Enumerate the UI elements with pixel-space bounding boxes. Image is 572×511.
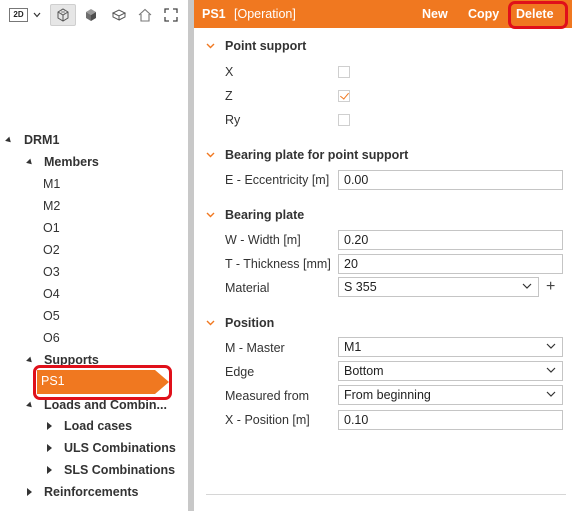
tree-item-member[interactable]: O3 [0, 261, 60, 283]
home-button[interactable] [134, 4, 156, 26]
material-label: Material [225, 281, 270, 295]
expanded-arrow-icon [26, 356, 34, 365]
eccentricity-label: E - Eccentricity [m] [225, 173, 330, 187]
tree-node-uls-combinations[interactable]: ULS Combinations [0, 437, 176, 459]
wireframe-view-icon [57, 8, 69, 22]
tree-item-member[interactable]: M2 [0, 195, 60, 217]
tree-node-supports[interactable]: Supports [0, 349, 99, 371]
chevron-down-icon [206, 320, 215, 326]
chevron-down-icon [522, 283, 532, 289]
fit-view-icon [164, 8, 178, 22]
properties-panel: PS1 [Operation] New Copy Delete Point su… [194, 0, 572, 511]
edge-select[interactable]: Bottom [338, 361, 563, 381]
z-label: Z [225, 89, 233, 103]
view-toolbar: 2D [0, 0, 188, 30]
tree-item-member[interactable]: O2 [0, 239, 60, 261]
home-icon [138, 8, 152, 22]
thickness-label: T - Thickness [mm] [225, 257, 331, 271]
z-checkbox[interactable] [338, 90, 350, 102]
new-button[interactable]: New [422, 7, 448, 21]
tree-item-member[interactable]: O4 [0, 283, 60, 305]
panel-subtitle: [Operation] [234, 7, 296, 21]
section-position[interactable]: Position [206, 314, 274, 332]
tree-item-ps1-selected[interactable]: PS1 [37, 370, 169, 394]
collapsed-arrow-icon [47, 466, 52, 474]
add-material-icon[interactable]: + [546, 278, 555, 296]
measured-from-label: Measured from [225, 389, 310, 403]
tree-node-loads-and-combinations[interactable]: Loads and Combin... [0, 394, 167, 416]
tree-node-sls-combinations[interactable]: SLS Combinations [0, 459, 175, 481]
tree-node-members[interactable]: Members [0, 151, 99, 173]
material-select[interactable]: S 355 [338, 277, 539, 297]
ry-checkbox[interactable] [338, 114, 350, 126]
view-mode-label: 2D [9, 8, 28, 22]
x-label: X [225, 65, 234, 79]
section-point-support[interactable]: Point support [206, 37, 306, 55]
thickness-field[interactable]: 20 [338, 254, 563, 274]
chevron-down-icon [33, 12, 41, 18]
navigator-panel: 2D DRM1 Members M1 M2 O1 O2 O3 O4 O5 O6 … [0, 0, 188, 511]
master-select[interactable]: M1 [338, 337, 563, 357]
chevron-down-icon [206, 43, 215, 49]
tree-item-member[interactable]: O5 [0, 305, 60, 327]
expanded-arrow-icon [26, 401, 34, 410]
master-label: M - Master [225, 341, 285, 355]
tree-node-load-cases[interactable]: Load cases [0, 415, 132, 437]
wireframe-view-button[interactable] [50, 4, 76, 26]
edge-label: Edge [225, 365, 255, 379]
properties-header: PS1 [Operation] New Copy Delete [194, 0, 572, 28]
tree-item-member[interactable]: M1 [0, 173, 60, 195]
expanded-arrow-icon [5, 136, 13, 145]
panel-title: PS1 [202, 7, 226, 21]
fit-view-button[interactable] [160, 4, 182, 26]
chevron-down-icon [206, 212, 215, 218]
tree-node-reinforcements[interactable]: Reinforcements [0, 481, 138, 503]
divider [206, 494, 566, 495]
tree-item-member[interactable]: O1 [0, 217, 60, 239]
section-bearing-plate-point-support[interactable]: Bearing plate for point support [206, 146, 408, 164]
view-mode-dropdown[interactable]: 2D [6, 4, 44, 26]
collapsed-arrow-icon [47, 444, 52, 452]
section-bearing-plate[interactable]: Bearing plate [206, 206, 304, 224]
tree-item-member[interactable]: O6 [0, 327, 60, 349]
ry-label: Ry [225, 113, 241, 127]
expanded-arrow-icon [26, 158, 34, 167]
chevron-down-icon [206, 152, 215, 158]
solid-view-button[interactable] [80, 4, 102, 26]
chevron-down-icon [546, 391, 556, 397]
collapsed-arrow-icon [27, 488, 32, 496]
measured-from-select[interactable]: From beginning [338, 385, 563, 405]
x-position-label: X - Position [m] [225, 413, 310, 427]
x-position-field[interactable]: 0.10 [338, 410, 563, 430]
width-label: W - Width [m] [225, 233, 301, 247]
copy-button[interactable]: Copy [468, 7, 499, 21]
solid-view-icon [86, 9, 96, 21]
tree-node-drm1[interactable]: DRM1 [0, 129, 59, 151]
delete-button[interactable]: Delete [516, 7, 554, 21]
chevron-down-icon [546, 367, 556, 373]
chevron-down-icon [546, 343, 556, 349]
collapsed-arrow-icon [47, 422, 52, 430]
width-field[interactable]: 0.20 [338, 230, 563, 250]
eccentricity-field[interactable]: 0.00 [338, 170, 563, 190]
view-plane-button[interactable] [108, 4, 130, 26]
x-checkbox[interactable] [338, 66, 350, 78]
view-plane-icon [111, 9, 127, 21]
